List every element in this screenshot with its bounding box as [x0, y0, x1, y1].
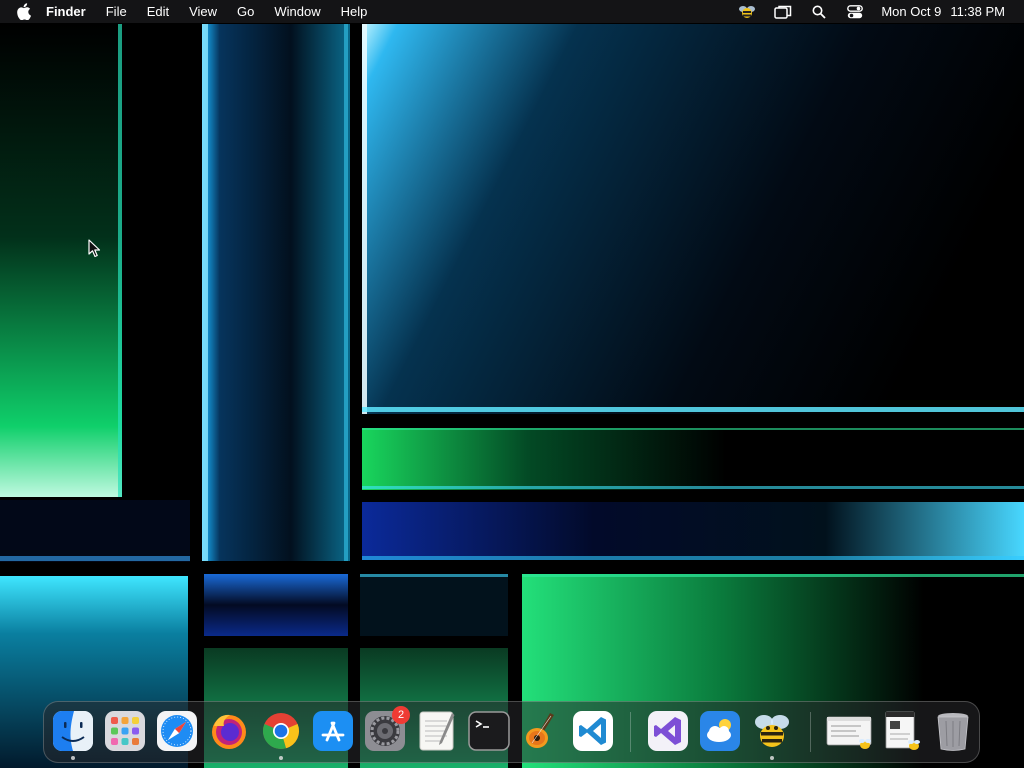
menu-view[interactable]: View [179, 0, 227, 23]
app-menu-finder[interactable]: Finder [40, 0, 96, 23]
vscode-icon [573, 711, 613, 751]
spotlight-search-icon[interactable] [810, 4, 828, 20]
firefox-icon [212, 714, 246, 749]
finder-icon [53, 710, 94, 752]
dock-item-system-settings[interactable]: 2 [364, 706, 410, 752]
trash-icon [937, 713, 969, 751]
dock-item-trash[interactable] [932, 710, 974, 752]
dock-item-minimized-window-1[interactable] [826, 710, 874, 752]
clock-date: Mon Oct 9 [881, 4, 942, 19]
dock-item-visual-studio[interactable] [647, 710, 689, 752]
dock-item-app-store[interactable] [312, 710, 354, 752]
bee-icon [755, 715, 789, 747]
menu-bar: Finder File Edit View Go Window Help Mon… [0, 0, 1024, 23]
mouse-pointer-icon [88, 239, 102, 259]
running-indicator [770, 756, 774, 760]
notification-badge: 2 [392, 706, 410, 724]
dock: 2 [43, 701, 980, 763]
dock-item-garageband[interactable] [520, 710, 562, 752]
minimized-window-icon [885, 711, 920, 750]
dock-item-chrome[interactable] [260, 710, 302, 760]
screen-mirroring-icon[interactable] [774, 4, 792, 20]
textedit-icon [419, 711, 455, 751]
garageband-icon [526, 713, 554, 748]
dock-item-bee-app[interactable] [751, 710, 793, 760]
menu-go[interactable]: Go [227, 0, 264, 23]
dock-item-minimized-window-2[interactable] [882, 710, 928, 752]
menu-file[interactable]: File [96, 0, 137, 23]
dock-item-terminal[interactable] [468, 710, 510, 752]
dock-item-firefox[interactable] [208, 710, 250, 752]
chrome-icon [262, 713, 300, 750]
launchpad-icon [105, 711, 145, 751]
desktop-wallpaper [0, 0, 1024, 768]
menu-bar-clock[interactable]: Mon Oct 9 11:38 PM [873, 0, 1024, 23]
dock-item-vscode[interactable] [572, 710, 614, 752]
bee-status-icon[interactable] [738, 4, 756, 20]
running-indicator [279, 756, 283, 760]
running-indicator [71, 756, 75, 760]
visual-studio-icon [648, 711, 688, 751]
dock-item-safari[interactable] [156, 710, 198, 752]
control-center-icon[interactable] [846, 4, 864, 20]
apple-menu-icon[interactable] [16, 0, 32, 23]
minimized-window-icon [826, 716, 872, 749]
weather-icon [700, 711, 740, 751]
menu-help[interactable]: Help [331, 0, 378, 23]
menu-edit[interactable]: Edit [137, 0, 179, 23]
dock-item-launchpad[interactable] [104, 710, 146, 752]
safari-icon [157, 711, 197, 751]
clock-time: 11:38 PM [950, 4, 1005, 19]
dock-item-weather[interactable] [699, 710, 741, 752]
app-store-icon [313, 711, 353, 751]
dock-item-textedit[interactable] [416, 710, 458, 752]
dock-item-finder[interactable] [52, 710, 94, 760]
dock-separator [630, 712, 631, 752]
dock-separator [810, 712, 811, 752]
menu-window[interactable]: Window [264, 0, 330, 23]
terminal-icon [468, 711, 510, 751]
